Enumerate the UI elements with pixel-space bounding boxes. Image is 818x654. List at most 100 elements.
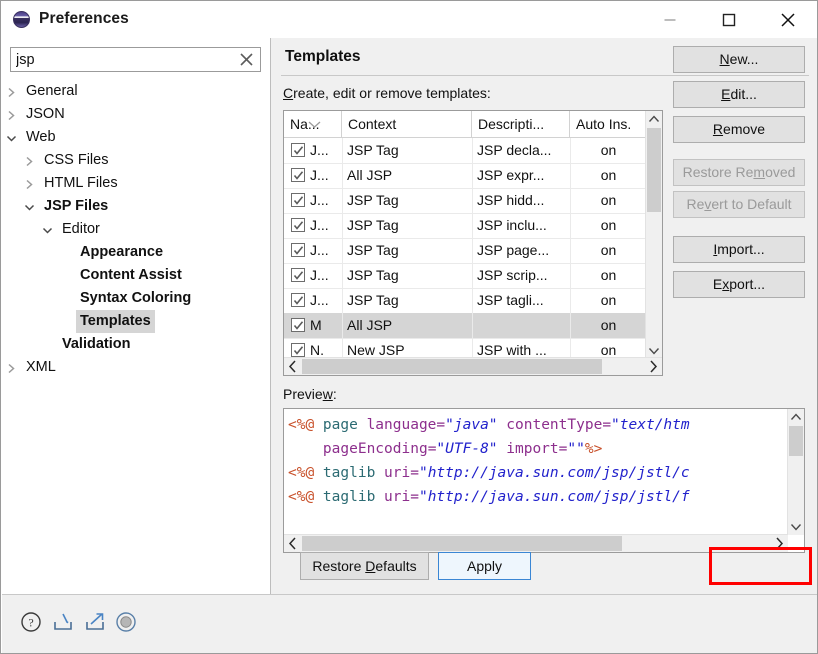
code-token-str: "text/htm	[611, 417, 690, 433]
btn-mnemonic: R	[712, 121, 724, 137]
code-token-str: "http://java.sun.com/jsp/jstl/f	[418, 489, 690, 505]
table-vertical-scrollbar[interactable]	[645, 111, 662, 359]
table-row[interactable]: J... JSP Tag JSP tagli... on	[284, 288, 646, 314]
export-button[interactable]: Export...	[673, 271, 805, 298]
close-button[interactable]	[765, 1, 811, 38]
row-checkbox[interactable]	[291, 193, 305, 207]
export-preferences-icon[interactable]	[84, 611, 108, 635]
chevron-right-icon[interactable]	[4, 103, 20, 126]
restore-removed-button: Restore Removed	[673, 159, 805, 186]
chevron-down-icon[interactable]	[4, 126, 20, 149]
sidebar-item-css-files[interactable]: CSS Files	[2, 149, 270, 172]
sidebar-item-web[interactable]: Web	[2, 126, 270, 149]
sidebar-item-label: JSP Files	[44, 198, 109, 214]
sidebar-item-editor[interactable]: Editor	[2, 218, 270, 241]
import-preferences-icon[interactable]	[52, 611, 76, 635]
sidebar-item-syntax-coloring[interactable]: Syntax Coloring	[2, 287, 270, 310]
templates-table-label-rest: reate, edit or remove templates:	[293, 85, 491, 101]
sidebar-item-appearance[interactable]: Appearance	[2, 241, 270, 264]
preview-pane[interactable]: <%@ page language="java" contentType="te…	[283, 408, 805, 553]
chevron-down-icon[interactable]	[22, 195, 38, 218]
preview-scroll-up-icon[interactable]	[788, 409, 804, 426]
sidebar-item-general[interactable]: General	[2, 80, 270, 103]
table-row[interactable]: J... JSP Tag JSP scrip... on	[284, 263, 646, 289]
table-scroll-left-icon[interactable]	[286, 359, 300, 374]
preview-label-mnemonic: w	[322, 386, 333, 402]
code-token-attr: uri	[384, 489, 411, 505]
chevron-right-icon[interactable]	[22, 149, 38, 172]
table-row[interactable]: J... JSP Tag JSP page... on	[284, 238, 646, 264]
table-scroll-thumb[interactable]	[647, 128, 661, 212]
code-token-tag: page	[322, 417, 367, 433]
sidebar-item-label: Editor	[62, 221, 100, 237]
sidebar-item-templates[interactable]: Templates	[2, 310, 270, 333]
preview-label-post: :	[332, 386, 337, 402]
maximize-button[interactable]	[706, 1, 752, 38]
table-row[interactable]: J... JSP Tag JSP inclu... on	[284, 213, 646, 239]
table-row[interactable]: J... All JSP JSP expr... on	[284, 163, 646, 189]
preferences-tree[interactable]: General JSON Web CSS Files HTML Files JSP Fil…	[2, 80, 270, 585]
sidebar-item-html-files[interactable]: HTML Files	[2, 172, 270, 195]
column-header-description[interactable]: Descripti...	[472, 111, 570, 137]
cell-auto-insert: on	[570, 288, 646, 313]
cell-name: J...	[310, 192, 329, 208]
column-header-name[interactable]: Na...	[284, 111, 342, 137]
chevron-right-icon[interactable]	[4, 80, 20, 103]
btn-post: ert to Default	[711, 196, 792, 212]
table-horizontal-scrollbar[interactable]	[284, 357, 662, 375]
sidebar-item-content-assist[interactable]: Content Assist	[2, 264, 270, 287]
table-scroll-right-icon[interactable]	[646, 359, 660, 374]
preview-scroll-right-icon[interactable]	[772, 536, 786, 551]
sidebar-item-validation[interactable]: Validation	[2, 333, 270, 356]
row-checkbox[interactable]	[291, 218, 305, 232]
preview-scroll-left-icon[interactable]	[286, 536, 300, 551]
record-icon[interactable]	[115, 611, 139, 635]
cell-context: JSP Tag	[342, 288, 470, 313]
row-checkbox[interactable]	[291, 318, 305, 332]
sidebar-item-xml[interactable]: XML	[2, 356, 270, 379]
row-checkbox[interactable]	[291, 143, 305, 157]
minimize-button[interactable]	[647, 1, 693, 38]
table-hscroll-thumb[interactable]	[302, 359, 602, 374]
preview-horizontal-scrollbar[interactable]	[284, 534, 788, 552]
row-checkbox[interactable]	[291, 243, 305, 257]
edit-button[interactable]: Edit...	[673, 81, 805, 108]
templates-table[interactable]: Na... Context Descripti... Auto Ins. J..…	[283, 110, 663, 376]
table-row[interactable]: J... JSP Tag JSP hidd... on	[284, 188, 646, 214]
row-checkbox[interactable]	[291, 343, 305, 357]
sidebar-item-json[interactable]: JSON	[2, 103, 270, 126]
column-header-context[interactable]: Context	[342, 111, 472, 137]
table-scroll-up-icon[interactable]	[646, 111, 662, 128]
preview-hscroll-thumb[interactable]	[302, 536, 622, 551]
cell-name: J...	[310, 267, 329, 283]
restore-defaults-button[interactable]: Restore Defaults	[300, 552, 429, 580]
row-checkbox[interactable]	[291, 268, 305, 282]
table-row[interactable]: J... JSP Tag JSP decla... on	[284, 138, 646, 164]
cell-name: J...	[310, 217, 329, 233]
preview-scroll-down-icon[interactable]	[788, 518, 804, 535]
preview-vertical-scrollbar[interactable]	[787, 409, 804, 535]
btn-post: mport...	[717, 241, 765, 257]
sidebar-item-label: CSS Files	[44, 152, 109, 168]
clear-search-icon[interactable]	[238, 51, 255, 68]
chevron-right-icon[interactable]	[22, 172, 38, 195]
row-checkbox[interactable]	[291, 293, 305, 307]
new-button[interactable]: New...	[673, 46, 805, 73]
table-row[interactable]: M All JSP on	[284, 313, 646, 339]
search-input[interactable]	[16, 50, 226, 70]
preview-label: Preview:	[283, 386, 337, 402]
remove-button[interactable]: Remove	[673, 116, 805, 143]
chevron-right-icon[interactable]	[4, 356, 20, 379]
preview-scroll-thumb[interactable]	[789, 426, 803, 456]
import-button[interactable]: Import...	[673, 236, 805, 263]
chevron-down-icon[interactable]	[40, 218, 56, 241]
filter-search-box[interactable]	[10, 47, 261, 72]
apply-button[interactable]: Apply	[438, 552, 531, 580]
restore-defaults-pre: Restore	[312, 558, 366, 574]
sidebar-item-jsp-files[interactable]: JSP Files	[2, 195, 270, 218]
help-icon[interactable]: ?	[20, 611, 44, 635]
preferences-tree-panel: General JSON Web CSS Files HTML Files JSP Fil…	[2, 38, 270, 595]
cell-context: JSP Tag	[342, 238, 470, 263]
row-checkbox[interactable]	[291, 168, 305, 182]
code-token-eq: =	[602, 417, 612, 433]
